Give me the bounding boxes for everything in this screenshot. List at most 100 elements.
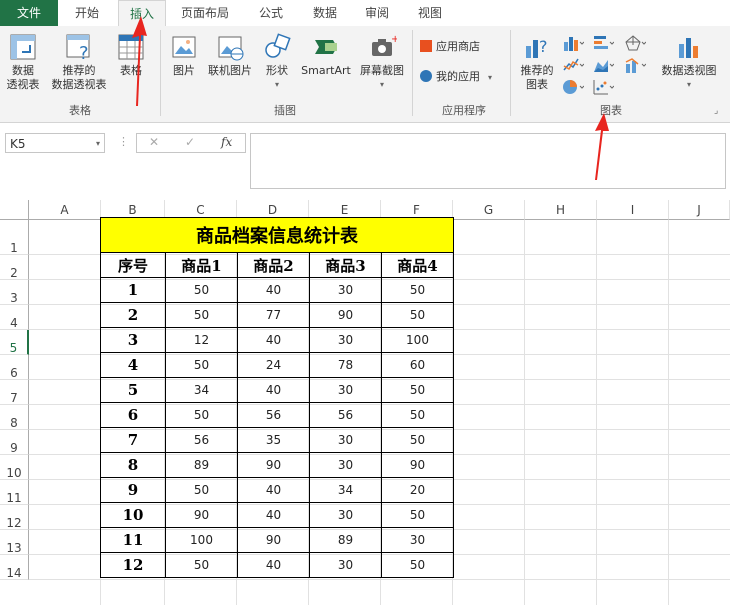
column-header-j[interactable]: J (669, 200, 730, 220)
my-apps-button[interactable]: 我的应用 ▾ (420, 68, 492, 86)
tab-review[interactable]: 审阅 (354, 0, 400, 26)
shapes-button[interactable]: 形状 ▾ (258, 32, 296, 92)
table-cell-product3[interactable]: 30 (309, 552, 382, 578)
table-cell-product4[interactable]: 50 (381, 502, 454, 528)
table-cell-product3[interactable]: 30 (309, 377, 382, 403)
table-cell-product1[interactable]: 50 (165, 352, 238, 378)
table-cell-index[interactable]: 6 (100, 402, 166, 428)
table-cell-product1[interactable]: 50 (165, 277, 238, 303)
table-cell-product1[interactable]: 50 (165, 402, 238, 428)
table-cell-product3[interactable]: 30 (309, 427, 382, 453)
table-cell-product4[interactable]: 50 (381, 377, 454, 403)
office-store-button[interactable]: 应用商店 (420, 38, 480, 56)
table-cell-product2[interactable]: 35 (237, 427, 310, 453)
table-cell-product3[interactable]: 30 (309, 327, 382, 353)
table-cell-product1[interactable]: 89 (165, 452, 238, 478)
table-cell-product2[interactable]: 90 (237, 452, 310, 478)
area-chart-icon[interactable] (592, 56, 614, 74)
row-header-8[interactable]: 8 (0, 405, 29, 430)
combo-chart-icon[interactable] (624, 56, 646, 74)
formula-input[interactable] (250, 133, 726, 189)
row-header-7[interactable]: 7 (0, 380, 29, 405)
column-header-a[interactable]: A (29, 200, 101, 220)
table-cell-index[interactable]: 7 (100, 427, 166, 453)
recommended-charts-button[interactable]: ? 推荐的 图表 (516, 32, 558, 92)
table-cell-product2[interactable]: 40 (237, 327, 310, 353)
table-header-product4[interactable]: 商品4 (381, 252, 454, 278)
pivottable-button[interactable]: 数据 透视表 (4, 32, 42, 92)
row-header-14[interactable]: 14 (0, 555, 29, 580)
radar-chart-icon[interactable] (624, 34, 646, 52)
table-cell-index[interactable]: 1 (100, 277, 166, 303)
line-chart-icon[interactable] (562, 56, 584, 74)
table-cell-product2[interactable]: 77 (237, 302, 310, 328)
column-header-i[interactable]: I (597, 200, 669, 220)
table-cell-index[interactable]: 4 (100, 352, 166, 378)
table-cell-index[interactable]: 11 (100, 527, 166, 553)
table-cell-product4[interactable]: 50 (381, 427, 454, 453)
table-cell-product1[interactable]: 50 (165, 552, 238, 578)
recommended-pivottable-button[interactable]: ? 推荐的 数据透视表 (46, 32, 112, 92)
table-cell-product4[interactable]: 50 (381, 277, 454, 303)
table-cell-product3[interactable]: 30 (309, 452, 382, 478)
table-header-product3[interactable]: 商品3 (309, 252, 382, 278)
column-chart-icon[interactable] (562, 34, 584, 52)
table-cell-product2[interactable]: 40 (237, 477, 310, 503)
online-pictures-button[interactable]: 联机图片 (204, 32, 256, 78)
pivotchart-button[interactable]: 数据透视图 ▾ (656, 32, 722, 92)
table-cell-index[interactable]: 2 (100, 302, 166, 328)
row-header-11[interactable]: 11 (0, 480, 29, 505)
table-cell-product1[interactable]: 34 (165, 377, 238, 403)
table-cell-product1[interactable]: 50 (165, 302, 238, 328)
table-cell-product1[interactable]: 12 (165, 327, 238, 353)
row-header-3[interactable]: 3 (0, 280, 29, 305)
cancel-icon[interactable]: ✕ (149, 135, 159, 149)
table-cell-product4[interactable]: 30 (381, 527, 454, 553)
table-cell-product4[interactable]: 90 (381, 452, 454, 478)
table-cell-product3[interactable]: 30 (309, 277, 382, 303)
table-cell-product3[interactable]: 78 (309, 352, 382, 378)
table-cell-product2[interactable]: 40 (237, 277, 310, 303)
bar-chart-icon[interactable] (592, 34, 614, 52)
table-cell-product3[interactable]: 34 (309, 477, 382, 503)
table-cell-product4[interactable]: 50 (381, 402, 454, 428)
table-cell-product2[interactable]: 40 (237, 502, 310, 528)
scatter-chart-icon[interactable] (592, 78, 614, 96)
table-cell-product4[interactable]: 50 (381, 302, 454, 328)
row-header-5[interactable]: 5 (0, 330, 29, 355)
row-header-12[interactable]: 12 (0, 505, 29, 530)
row-header-4[interactable]: 4 (0, 305, 29, 330)
table-cell-product4[interactable]: 100 (381, 327, 454, 353)
table-header-index[interactable]: 序号 (100, 252, 166, 278)
tab-page-layout[interactable]: 页面布局 (170, 0, 240, 26)
tab-data[interactable]: 数据 (300, 0, 350, 26)
table-cell-product2[interactable]: 56 (237, 402, 310, 428)
table-cell-index[interactable]: 10 (100, 502, 166, 528)
name-box[interactable]: K5 ▾ (5, 133, 105, 153)
table-cell-product3[interactable]: 90 (309, 302, 382, 328)
table-cell-index[interactable]: 8 (100, 452, 166, 478)
column-header-h[interactable]: H (525, 200, 597, 220)
screenshot-button[interactable]: + 屏幕截图 ▾ (356, 32, 408, 92)
row-header-2[interactable]: 2 (0, 255, 29, 280)
table-cell-product4[interactable]: 60 (381, 352, 454, 378)
table-cell-product2[interactable]: 24 (237, 352, 310, 378)
charts-dialog-launcher-icon[interactable]: ⌟ (714, 106, 718, 116)
tab-file[interactable]: 文件 (0, 0, 58, 26)
table-cell-product1[interactable]: 90 (165, 502, 238, 528)
table-cell-product1[interactable]: 50 (165, 477, 238, 503)
select-all-corner[interactable] (0, 200, 29, 220)
table-cell-product2[interactable]: 40 (237, 552, 310, 578)
row-header-9[interactable]: 9 (0, 430, 29, 455)
table-title[interactable]: 商品档案信息统计表 (100, 217, 454, 253)
tab-formulas[interactable]: 公式 (246, 0, 296, 26)
table-cell-product4[interactable]: 50 (381, 552, 454, 578)
table-cell-index[interactable]: 5 (100, 377, 166, 403)
tab-home[interactable]: 开始 (58, 0, 116, 26)
table-cell-product2[interactable]: 40 (237, 377, 310, 403)
table-cell-product4[interactable]: 20 (381, 477, 454, 503)
table-cell-product3[interactable]: 89 (309, 527, 382, 553)
insert-function-icon[interactable]: fx (221, 135, 232, 149)
table-cell-product3[interactable]: 56 (309, 402, 382, 428)
table-header-product1[interactable]: 商品1 (165, 252, 238, 278)
